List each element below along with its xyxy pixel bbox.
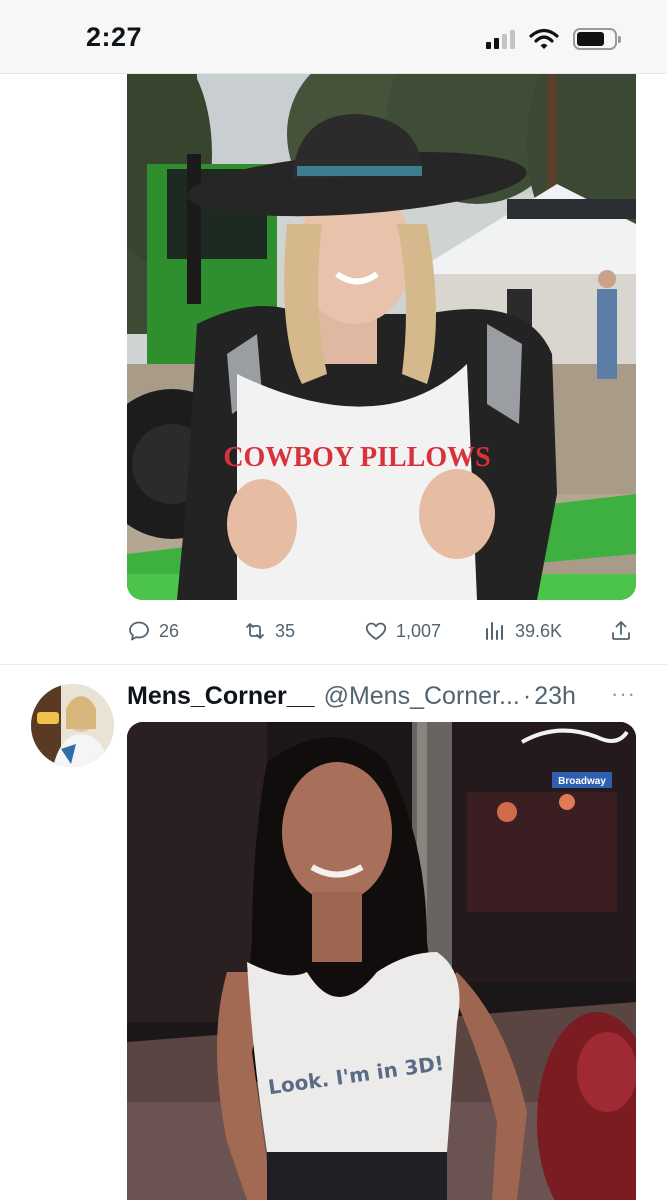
- tweet-2-photo[interactable]: Broadway Look. I'm in 3D!: [127, 722, 636, 1200]
- tweet-1-actions: 26 35 1,007 39.6K: [127, 614, 637, 648]
- retweet-icon: [246, 623, 264, 639]
- tweet-timestamp[interactable]: 23h: [534, 682, 576, 711]
- separator-dot: ·: [522, 681, 532, 710]
- views-count: 39.6K: [515, 620, 563, 641]
- reply-button[interactable]: 26: [127, 619, 179, 643]
- shirt-text: COWBOY PILLOWS: [223, 442, 490, 473]
- cellular-signal-icon: [486, 29, 515, 49]
- tweet-2-header: Mens_Corner__ @Mens_Corner... · 23h: [127, 680, 637, 712]
- views-button[interactable]: 39.6K: [483, 619, 562, 643]
- wifi-icon: [529, 28, 559, 49]
- retweet-count: 35: [275, 620, 296, 641]
- status-bar: 2:27: [0, 0, 667, 74]
- like-count: 1,007: [396, 620, 442, 641]
- status-time: 2:27: [86, 22, 143, 52]
- user-handle[interactable]: @Mens_Corner...: [324, 682, 520, 711]
- tweet-1-photo[interactable]: COWBOY PILLOWS: [127, 74, 636, 600]
- like-button[interactable]: 1,007: [364, 619, 441, 643]
- avatar[interactable]: [31, 684, 114, 767]
- retweet-button[interactable]: 35: [243, 619, 295, 643]
- share-button[interactable]: [609, 619, 633, 643]
- views-chart-icon: [486, 622, 503, 640]
- display-name[interactable]: Mens_Corner__: [127, 682, 315, 711]
- tweet-divider: [0, 664, 667, 665]
- more-options-icon[interactable]: ···: [611, 681, 636, 707]
- battery-icon: [573, 28, 621, 50]
- reply-count: 26: [159, 620, 180, 641]
- share-icon: [612, 621, 630, 640]
- reply-icon: [129, 621, 149, 641]
- heart-icon: [365, 622, 387, 640]
- street-sign-text: Broadway: [558, 776, 606, 787]
- status-icons: [486, 27, 621, 51]
